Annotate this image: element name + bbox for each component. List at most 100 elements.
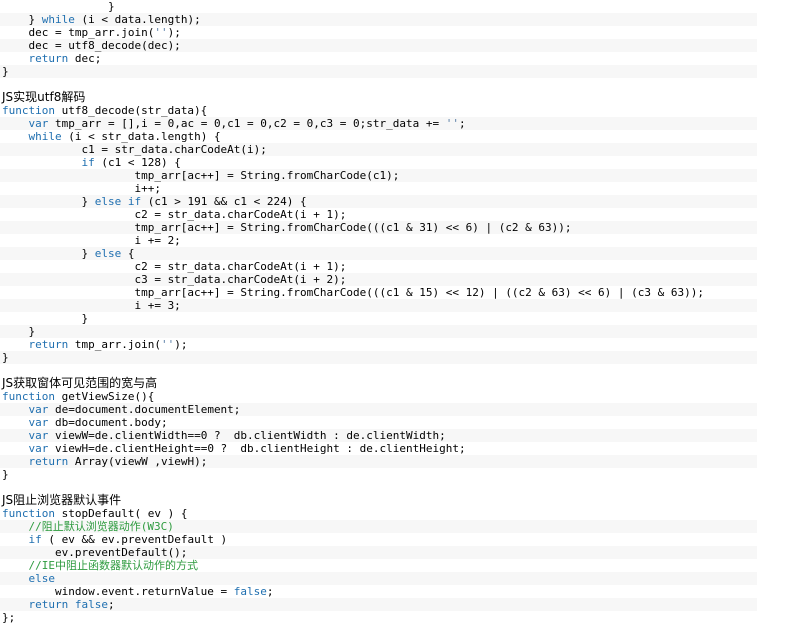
code-token-keyword: var bbox=[28, 117, 49, 130]
code-line: if ( ev && ev.preventDefault ) bbox=[0, 533, 757, 546]
code-line: var de=document.documentElement; bbox=[0, 403, 757, 416]
code-token-plain: dec = tmp_arr.join( bbox=[2, 26, 155, 39]
code-token-plain: } bbox=[2, 325, 36, 338]
code-line: ev.preventDefault(); bbox=[0, 546, 757, 559]
code-token-plain: c2 = str_data.charCodeAt(i + 1); bbox=[2, 208, 347, 221]
code-line: //阻止默认浏览器动作(W3C) bbox=[0, 520, 757, 533]
code-token-keyword: false bbox=[233, 585, 267, 598]
code-token-plain: } bbox=[2, 0, 115, 13]
code-line: return false; bbox=[0, 598, 757, 611]
code-token-plain: tmp_arr[ac++] = String.fromCharCode(c1); bbox=[2, 169, 400, 182]
code-token-plain: db=document.body; bbox=[48, 416, 168, 429]
code-token-plain: } bbox=[2, 312, 89, 325]
code-line: while (i < str_data.length) { bbox=[0, 130, 757, 143]
sections-container: } } while (i < data.length); dec = tmp_a… bbox=[0, 0, 792, 624]
code-line: function utf8_decode(str_data){ bbox=[0, 104, 757, 117]
code-line: i += 2; bbox=[0, 234, 757, 247]
code-token-plain: } bbox=[2, 65, 9, 78]
code-token-plain: c1 = str_data.charCodeAt(i); bbox=[2, 143, 267, 156]
code-line: function stopDefault( ev ) { bbox=[0, 507, 757, 520]
code-token-keyword: return bbox=[28, 598, 69, 611]
code-token-keyword: else bbox=[94, 247, 122, 260]
code-line: } bbox=[0, 312, 757, 325]
code-token-plain: tmp_arr.join( bbox=[68, 338, 161, 351]
code-token-plain: getViewSize(){ bbox=[54, 390, 155, 403]
code-block[interactable]: } } while (i < data.length); dec = tmp_a… bbox=[0, 0, 757, 78]
code-token-plain: c2 = str_data.charCodeAt(i + 1); bbox=[2, 260, 347, 273]
section-heading: JS获取窗体可见范围的宽与高 bbox=[2, 376, 158, 390]
code-block[interactable]: function stopDefault( ev ) { //阻止默认浏览器动作… bbox=[0, 507, 757, 624]
code-token-plain: (c1 < 128) { bbox=[94, 156, 181, 169]
code-token-plain: ); bbox=[167, 26, 181, 39]
code-line: } while (i < data.length); bbox=[0, 13, 757, 26]
code-token-plain: c3 = str_data.charCodeAt(i + 2); bbox=[2, 273, 347, 286]
code-line: dec = tmp_arr.join(''); bbox=[0, 26, 757, 39]
code-token-plain: } bbox=[2, 351, 9, 364]
code-token-plain: Array(viewW ,viewH); bbox=[68, 455, 208, 468]
code-block[interactable]: function utf8_decode(str_data){ var tmp_… bbox=[0, 104, 757, 364]
code-line: tmp_arr[ac++] = String.fromCharCode(c1); bbox=[0, 169, 757, 182]
code-token-plain: } bbox=[2, 468, 9, 481]
code-token-keyword: var bbox=[28, 429, 49, 442]
code-line: return dec; bbox=[0, 52, 757, 65]
code-line: } else { bbox=[0, 247, 757, 260]
code-line: } bbox=[0, 325, 757, 338]
code-block[interactable]: function getViewSize(){ var de=document.… bbox=[0, 390, 757, 481]
code-snippets-page: } } while (i < data.length); dec = tmp_a… bbox=[0, 0, 792, 624]
section-heading: JS实现utf8解码 bbox=[2, 90, 86, 104]
code-token-keyword: return bbox=[28, 455, 69, 468]
code-token-keyword: var bbox=[28, 442, 49, 455]
code-token-string: '' bbox=[154, 26, 168, 39]
code-line: } bbox=[0, 468, 757, 481]
code-token-plain: i += 2; bbox=[2, 234, 181, 247]
code-line: dec = utf8_decode(dec); bbox=[0, 39, 757, 52]
code-token-keyword: else bbox=[94, 195, 122, 208]
code-token-plain: utf8_decode(str_data){ bbox=[54, 104, 208, 117]
code-token-keyword: while bbox=[41, 13, 75, 26]
code-line: window.event.returnValue = false; bbox=[0, 585, 757, 598]
code-line: if (c1 < 128) { bbox=[0, 156, 757, 169]
code-line: return Array(viewW ,viewH); bbox=[0, 455, 757, 468]
code-token-keyword: function bbox=[2, 390, 55, 403]
code-token-plain: ; bbox=[458, 117, 466, 130]
code-token-plain: viewW=de.clientWidth==0 ? db.clientWidth… bbox=[48, 429, 446, 442]
code-token-plain: tmp_arr[ac++] = String.fromCharCode(((c1… bbox=[2, 221, 572, 234]
code-token-keyword: function bbox=[2, 104, 55, 117]
code-token-plain: stopDefault( ev ) { bbox=[54, 507, 188, 520]
code-token-plain: dec = utf8_decode(dec); bbox=[2, 39, 181, 52]
code-token-keyword: var bbox=[28, 416, 49, 429]
code-line: var viewH=de.clientHeight==0 ? db.client… bbox=[0, 442, 757, 455]
code-token-keyword: if bbox=[127, 195, 142, 208]
code-token-plain: ev.preventDefault(); bbox=[2, 546, 188, 559]
code-token-keyword: return bbox=[28, 52, 69, 65]
code-line: } bbox=[0, 351, 757, 364]
code-line: var viewW=de.clientWidth==0 ? db.clientW… bbox=[0, 429, 757, 442]
code-token-plain: ); bbox=[174, 338, 188, 351]
code-token-keyword: var bbox=[28, 403, 49, 416]
code-line: c2 = str_data.charCodeAt(i + 1); bbox=[0, 208, 757, 221]
code-line: } bbox=[0, 65, 757, 78]
code-line: tmp_arr[ac++] = String.fromCharCode(((c1… bbox=[0, 286, 757, 299]
code-line: }; bbox=[0, 611, 757, 624]
code-token-string: '' bbox=[445, 117, 459, 130]
code-token-plain: dec; bbox=[68, 52, 102, 65]
code-token-plain: }; bbox=[2, 611, 16, 624]
code-token-plain: (c1 > 191 && c1 < 224) { bbox=[141, 195, 307, 208]
code-line: return tmp_arr.join(''); bbox=[0, 338, 757, 351]
code-token-comment: //阻止默认浏览器动作(W3C) bbox=[28, 520, 174, 533]
code-line: var db=document.body; bbox=[0, 416, 757, 429]
